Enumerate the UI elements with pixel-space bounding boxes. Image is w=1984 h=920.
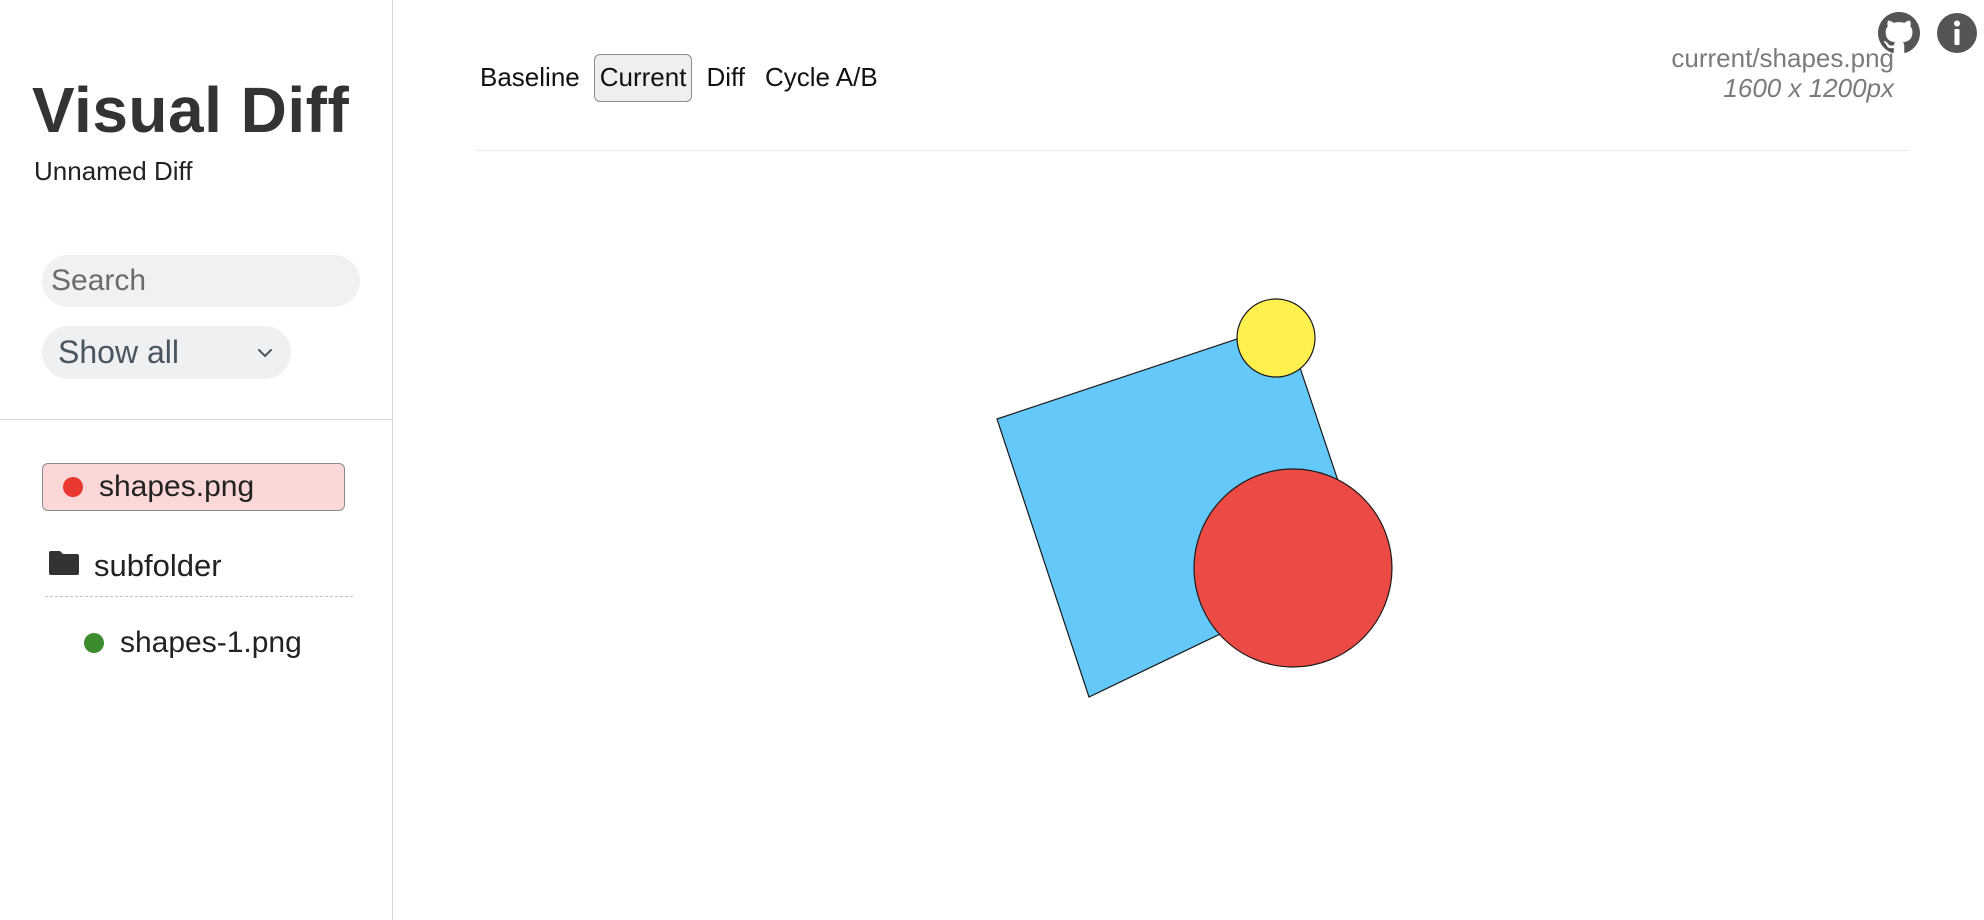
chevron-down-icon	[258, 348, 272, 357]
tab-cycle-ab[interactable]: Cycle A/B	[759, 54, 884, 102]
folder-subfolder[interactable]: subfolder	[48, 548, 222, 584]
red-circle-shape	[1193, 468, 1393, 668]
unchanged-status-dot-icon	[84, 633, 104, 653]
search-input[interactable]	[42, 255, 360, 307]
view-tabs: Baseline Current Diff Cycle A/B	[474, 54, 884, 102]
sidebar: Visual Diff Unnamed Diff Show all shapes…	[0, 0, 393, 920]
file-item-shapes-png[interactable]: shapes.png	[42, 463, 345, 511]
folder-icon	[49, 551, 79, 575]
info-icon[interactable]	[1936, 12, 1978, 54]
image-dimensions: 1600 x 1200px	[1723, 72, 1894, 103]
image-preview	[996, 298, 1393, 698]
file-item-shapes-1-png[interactable]: shapes-1.png	[84, 622, 302, 664]
diff-name: Unnamed Diff	[34, 156, 193, 186]
github-icon[interactable]	[1878, 12, 1920, 54]
header-icons	[1878, 12, 1978, 54]
changed-status-dot-icon	[63, 477, 83, 497]
tab-baseline[interactable]: Baseline	[474, 54, 586, 102]
header-divider	[476, 150, 1910, 151]
filter-select-value: Show all	[58, 334, 179, 370]
yellow-circle-shape	[1236, 298, 1316, 378]
filter-select[interactable]: Show all	[42, 326, 291, 379]
file-path: current/shapes.png	[1671, 43, 1894, 73]
file-item-label: shapes.png	[99, 470, 255, 503]
tab-diff[interactable]: Diff	[700, 54, 751, 102]
folder-label: subfolder	[94, 548, 222, 583]
folder-divider	[45, 596, 353, 597]
file-info: current/shapes.png 1600 x 1200px	[1671, 43, 1894, 104]
sidebar-divider	[0, 419, 393, 420]
visual-diff-app: Visual Diff Unnamed Diff Show all shapes…	[0, 0, 1984, 920]
app-title: Visual Diff	[32, 74, 350, 146]
tab-current[interactable]: Current	[593, 54, 693, 102]
file-item-label: shapes-1.png	[120, 626, 302, 659]
